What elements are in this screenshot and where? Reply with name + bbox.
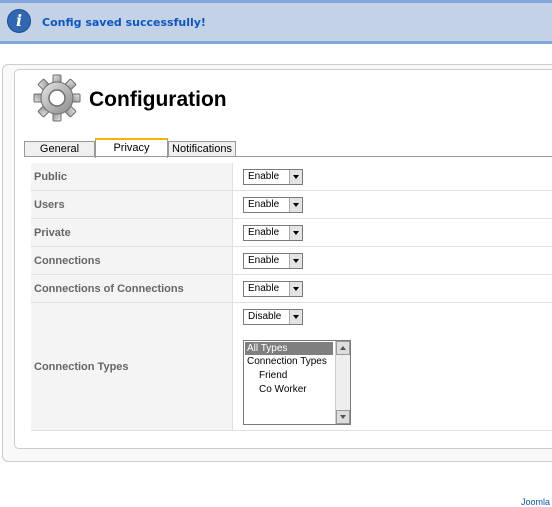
tab-divider bbox=[24, 156, 552, 157]
list-option-co-worker[interactable]: Co Worker bbox=[245, 383, 333, 396]
setting-row-connections-of-connections: Connections of Connections Enable bbox=[31, 275, 552, 303]
listbox-scrollbar[interactable] bbox=[335, 341, 350, 424]
setting-label: Public bbox=[31, 163, 231, 190]
setting-label: Connections bbox=[31, 247, 231, 274]
list-option-connection-types[interactable]: Connection Types bbox=[245, 355, 333, 368]
setting-label: Connection Types bbox=[31, 303, 231, 430]
gear-icon bbox=[33, 74, 81, 122]
setting-label: Connections of Connections bbox=[31, 275, 231, 302]
message-bar: i Config saved successfully! bbox=[0, 0, 552, 44]
setting-row-connections: Connections Enable bbox=[31, 247, 552, 275]
public-select[interactable]: Enable bbox=[243, 169, 303, 185]
users-select[interactable]: Enable bbox=[243, 197, 303, 213]
chevron-down-icon bbox=[289, 198, 302, 212]
connection-types-listbox[interactable]: All Types Connection Types Friend Co Wor… bbox=[243, 340, 351, 425]
private-select[interactable]: Enable bbox=[243, 225, 303, 241]
page-title: Configuration bbox=[89, 88, 227, 111]
setting-label: Private bbox=[31, 219, 231, 246]
setting-row-connection-types: Connection Types Disable All Types Conne… bbox=[31, 303, 552, 431]
message-text: Config saved successfully! bbox=[42, 16, 206, 29]
footer-link[interactable]: Joomla bbox=[521, 497, 550, 507]
chevron-down-icon bbox=[289, 282, 302, 296]
connection-types-select[interactable]: Disable bbox=[243, 309, 303, 325]
tab-general[interactable]: General bbox=[24, 141, 95, 157]
scroll-up-icon[interactable] bbox=[336, 341, 350, 355]
setting-row-users: Users Enable bbox=[31, 191, 552, 219]
tab-privacy[interactable]: Privacy bbox=[95, 138, 168, 158]
list-option-all-types[interactable]: All Types bbox=[245, 342, 333, 355]
connections-select[interactable]: Enable bbox=[243, 253, 303, 269]
info-icon: i bbox=[7, 9, 31, 33]
settings-table: Public Enable Users Enable Private Enabl… bbox=[31, 163, 552, 431]
chevron-down-icon bbox=[289, 170, 302, 184]
setting-row-public: Public Enable bbox=[31, 163, 552, 191]
tab-notifications[interactable]: Notifications bbox=[168, 141, 236, 157]
chevron-down-icon bbox=[289, 226, 302, 240]
scroll-down-icon[interactable] bbox=[336, 410, 350, 424]
chevron-down-icon bbox=[289, 310, 302, 324]
list-option-friend[interactable]: Friend bbox=[245, 369, 333, 382]
connections-of-connections-select[interactable]: Enable bbox=[243, 281, 303, 297]
setting-row-private: Private Enable bbox=[31, 219, 552, 247]
setting-label: Users bbox=[31, 191, 231, 218]
chevron-down-icon bbox=[289, 254, 302, 268]
